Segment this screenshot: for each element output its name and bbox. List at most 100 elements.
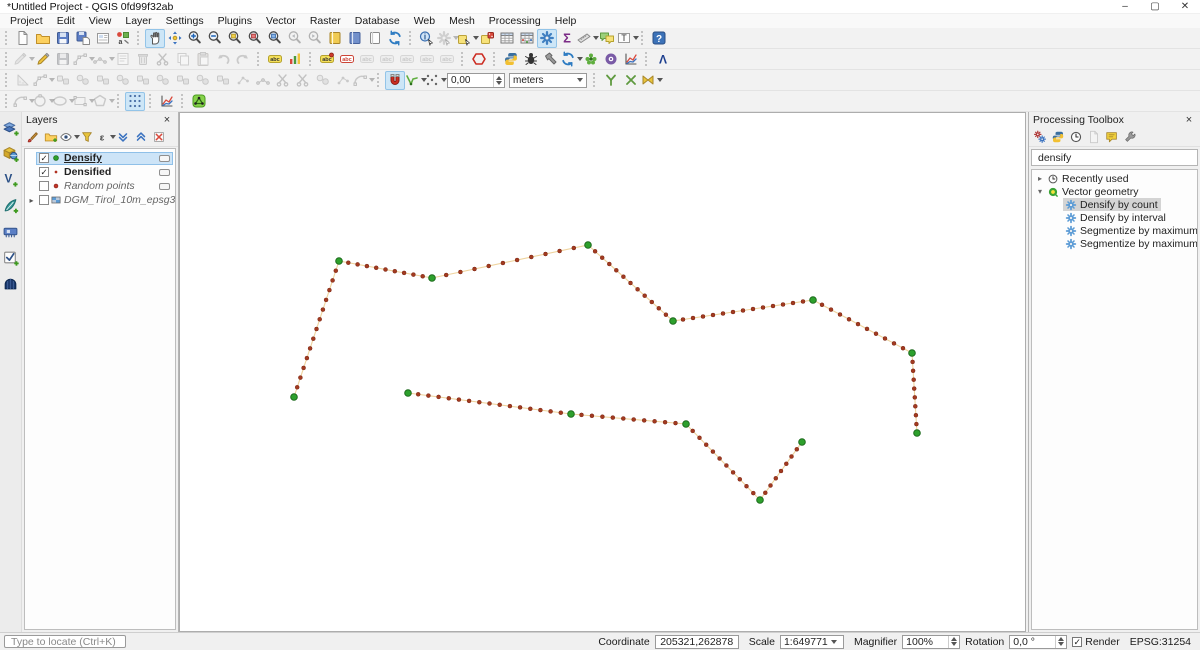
crs-label[interactable]: EPSG:31254: [1130, 636, 1191, 648]
new-spatial-bookmark-button[interactable]: [325, 29, 345, 48]
menu-edit[interactable]: Edit: [50, 15, 82, 27]
open-project-button[interactable]: [33, 29, 53, 48]
layer-entry[interactable]: Random points: [36, 180, 173, 193]
new-print-layout-button[interactable]: [93, 29, 113, 48]
temporal-controller-button[interactable]: [365, 29, 385, 48]
identify-features-button[interactable]: i: [417, 29, 437, 48]
zoom-in-button[interactable]: [185, 29, 205, 48]
new-project-button[interactable]: [13, 29, 33, 48]
tree-expander[interactable]: ▸: [1035, 174, 1045, 183]
layer-checkbox[interactable]: ✓: [39, 153, 49, 163]
menu-view[interactable]: View: [82, 15, 119, 27]
dropdown-arrow-icon[interactable]: [29, 57, 35, 61]
snapping-type-button[interactable]: [425, 71, 445, 90]
text-annotation-button[interactable]: T: [617, 29, 637, 48]
manage-map-themes-button[interactable]: [60, 129, 78, 146]
save-project-as-button[interactable]: [73, 29, 93, 48]
rotation-stepper[interactable]: 0,0 °: [1009, 635, 1067, 649]
tree-entry[interactable]: Segmentize by maximum angle: [1063, 224, 1198, 237]
layer-checkbox[interactable]: [39, 181, 49, 191]
add-vector-layer-button[interactable]: [1, 117, 21, 137]
menu-database[interactable]: Database: [348, 15, 407, 27]
python-scripts-button[interactable]: [1049, 129, 1067, 146]
scale-select[interactable]: 1:649771: [780, 635, 844, 649]
tree-entry[interactable]: Vector geometry: [1045, 185, 1141, 198]
plugin-builder-button[interactable]: [541, 50, 561, 69]
pan-to-selection-button[interactable]: [165, 29, 185, 48]
spinner-arrows[interactable]: [948, 636, 959, 648]
options-button[interactable]: [1121, 129, 1139, 146]
self-snapping-button[interactable]: [641, 71, 661, 90]
toggle-editing-button[interactable]: [33, 50, 53, 69]
render-checkbox[interactable]: ✓Render: [1072, 636, 1119, 648]
layer-row-densified[interactable]: ✓ Densified: [25, 165, 175, 179]
filter-by-expression-button[interactable]: ε: [96, 129, 114, 146]
snap-units-select[interactable]: meters: [509, 73, 587, 88]
help-button[interactable]: ?: [649, 29, 669, 48]
tree-item-densify-by-interval[interactable]: Densify by interval: [1032, 211, 1197, 224]
open-attribute-table-button[interactable]: [497, 29, 517, 48]
plugin-manager-button[interactable]: [581, 50, 601, 69]
layer-labeling-options-button[interactable]: abc: [265, 50, 285, 69]
tree-item-densify-by-count[interactable]: Densify by count: [1032, 198, 1197, 211]
add-group-button[interactable]: [42, 129, 60, 146]
add-raster-layer-button[interactable]: [1, 143, 21, 163]
close-button[interactable]: ✕: [1170, 0, 1200, 13]
dropdown-arrow-icon[interactable]: [109, 99, 115, 103]
tree-expander[interactable]: ▾: [1035, 187, 1045, 196]
menu-raster[interactable]: Raster: [303, 15, 348, 27]
data-plotly-plugin-button[interactable]: [621, 50, 641, 69]
menu-processing[interactable]: Processing: [482, 15, 548, 27]
dropdown-arrow-icon[interactable]: [441, 78, 447, 82]
search-value[interactable]: densify: [1038, 152, 1191, 164]
maximize-button[interactable]: ▢: [1140, 0, 1170, 13]
open-field-calculator-button[interactable]: [517, 29, 537, 48]
collapse-all-button[interactable]: [132, 129, 150, 146]
layer-checkbox[interactable]: ✓: [39, 167, 49, 177]
highlight-pinned-labels-button[interactable]: abc: [337, 50, 357, 69]
select-features-by-value-button[interactable]: [477, 29, 497, 48]
layer-row-densify[interactable]: ✓ Densify: [25, 151, 175, 165]
menu-mesh[interactable]: Mesh: [442, 15, 482, 27]
map-canvas[interactable]: [179, 112, 1026, 632]
dropdown-arrow-icon[interactable]: [633, 36, 639, 40]
minimize-button[interactable]: –: [1110, 0, 1140, 13]
geometry-checker-button[interactable]: [469, 50, 489, 69]
profile-tool-button[interactable]: [157, 92, 177, 111]
add-oracle-layer-button[interactable]: [1, 273, 21, 293]
refresh-map-button[interactable]: [385, 29, 405, 48]
edit-features-in-place-button[interactable]: [1103, 129, 1121, 146]
menu-settings[interactable]: Settings: [159, 15, 211, 27]
layer-entry[interactable]: DGM_Tirol_10m_epsg31254: [36, 194, 176, 207]
open-layer-styling-button[interactable]: [24, 129, 42, 146]
spinner-arrows[interactable]: [1055, 636, 1066, 648]
spinner-arrows[interactable]: [493, 74, 504, 87]
expand-all-button[interactable]: [114, 129, 132, 146]
locate-input[interactable]: Type to locate (Ctrl+K): [4, 635, 126, 648]
map-tips-button[interactable]: [597, 29, 617, 48]
enable-snapping-button[interactable]: [385, 71, 405, 90]
menu-help[interactable]: Help: [548, 15, 584, 27]
snapping-on-intersection-button[interactable]: [621, 71, 641, 90]
menu-project[interactable]: Project: [3, 15, 50, 27]
close-panel-icon[interactable]: ×: [160, 114, 174, 126]
coordinate-input[interactable]: 205321,262878: [655, 635, 739, 649]
models-button[interactable]: [1031, 129, 1049, 146]
layer-expander[interactable]: ▸: [27, 196, 36, 205]
menu-web[interactable]: Web: [407, 15, 442, 27]
show-statistical-summary-button[interactable]: Σ: [557, 29, 577, 48]
zoom-out-button[interactable]: [205, 29, 225, 48]
snap-tolerance-input[interactable]: 0,00: [447, 73, 505, 88]
measure-line-button[interactable]: [577, 29, 597, 48]
python-console-button[interactable]: [501, 50, 521, 69]
save-project-button[interactable]: [53, 29, 73, 48]
toolbox-search[interactable]: densify: [1031, 149, 1198, 166]
snapping-mode-button[interactable]: [405, 71, 425, 90]
layer-row-dgm-tirol-10m-epsg31254[interactable]: ▸ DGM_Tirol_10m_epsg31254: [25, 193, 175, 207]
dropdown-arrow-icon[interactable]: [369, 78, 375, 82]
menu-vector[interactable]: Vector: [259, 15, 303, 27]
menu-layer[interactable]: Layer: [118, 15, 158, 27]
pan-map-button[interactable]: [145, 29, 165, 48]
tree-item-segmentize-by-maximum-angle[interactable]: Segmentize by maximum angle: [1032, 224, 1197, 237]
show-bookmarks-button[interactable]: [345, 29, 365, 48]
